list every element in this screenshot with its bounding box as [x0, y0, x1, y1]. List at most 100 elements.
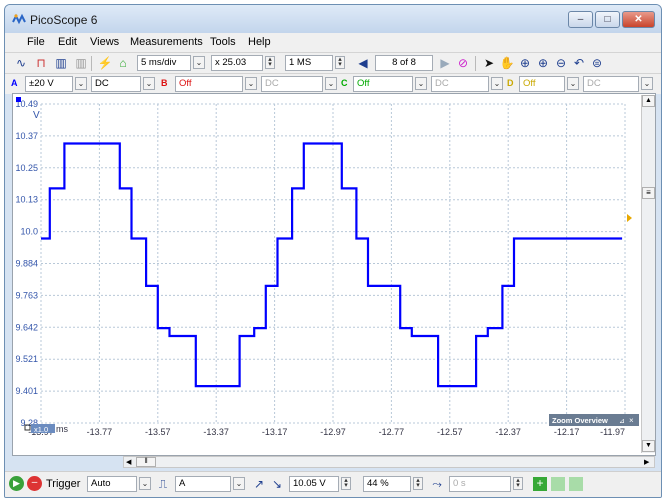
x-tick-label: -12.77	[379, 427, 405, 437]
channel-b-range-dropdown-icon[interactable]: ⌄	[245, 77, 257, 90]
scope-mode-icon[interactable]: ∿	[13, 55, 29, 71]
zoom-factor-spinner[interactable]: ▴ ▾	[265, 56, 275, 69]
trigger-source-dropdown-icon[interactable]: ⌄	[233, 477, 245, 490]
hscroll-thumb[interactable]: ⦀	[136, 457, 156, 467]
samples-input[interactable]: 1 MS	[285, 55, 333, 71]
channel-b-range-select[interactable]: Off	[175, 76, 243, 92]
trigger-marker-icon[interactable]	[627, 214, 632, 222]
menu-views[interactable]: Views	[90, 36, 119, 48]
channel-d-coupling-select[interactable]: DC	[583, 76, 639, 92]
x-tick-label: -12.57	[437, 427, 463, 437]
trigger-level-input[interactable]: 10.05 V	[289, 476, 339, 492]
channel-a-range-select[interactable]: ±20 V	[25, 76, 73, 92]
undo-zoom-icon[interactable]: ↶	[571, 55, 587, 71]
samples-spinner[interactable]: ▴ ▾	[335, 56, 345, 69]
trigger-delay-input[interactable]: 0 s	[449, 476, 511, 492]
zoom-overview-label: Zoom Overview	[552, 416, 608, 425]
x-tick-label: -13.37	[203, 427, 229, 437]
channel-d-range-dropdown-icon[interactable]: ⌄	[567, 77, 579, 90]
pre-trigger-spinner[interactable]: ▴ ▾	[413, 477, 423, 490]
y-axis-unit: V	[33, 110, 40, 121]
advanced-trigger-icon[interactable]: ⎍	[155, 476, 171, 492]
trigger-delay-spinner[interactable]: ▴ ▾	[513, 477, 523, 490]
scroll-down-icon[interactable]: ▼	[642, 440, 655, 452]
channel-toolbar: A ±20 V ⌄ DC ⌄ B Off ⌄ DC ⌄ C Off ⌄ DC ⌄…	[5, 73, 661, 94]
add-measurement-icon[interactable]: +	[533, 477, 547, 491]
zoom-in-icon[interactable]: ⊕	[535, 55, 551, 71]
home-icon[interactable]: ⌂	[115, 55, 131, 71]
channel-c-coupling-dropdown-icon[interactable]: ⌄	[491, 77, 503, 90]
timebase-dropdown-icon[interactable]: ⌄	[193, 56, 205, 69]
zoom-overview-pin-icon[interactable]: ⊿	[619, 418, 625, 425]
spectrum-mode-icon[interactable]: ▥	[53, 55, 69, 71]
buffer-navigator-icon[interactable]: ⊘	[455, 55, 471, 71]
y-tick-label: 10.37	[15, 131, 38, 141]
channel-a-coupling-dropdown-icon[interactable]: ⌄	[143, 77, 155, 90]
x-axis-labels: -13.97-13.77-13.57-13.37-13.17-12.97-12.…	[28, 427, 625, 437]
menu-measurements[interactable]: Measurements	[130, 36, 203, 48]
channel-a-coupling-select[interactable]: DC	[91, 76, 141, 92]
scope-view[interactable]: 10.49 10.37 10.25 10.13 10.0 9.884 9.763 9.642 9…	[12, 93, 656, 456]
zoom-region-icon[interactable]: ⊕	[517, 55, 533, 71]
channel-c-range-select[interactable]: Off	[353, 76, 413, 92]
y-tick-label: 9.521	[15, 354, 38, 364]
falling-edge-icon[interactable]: ↘	[269, 476, 285, 492]
channel-b-coupling-dropdown-icon[interactable]: ⌄	[325, 77, 337, 90]
scope-plot[interactable]: 10.4910.3710.2510.1310.09.8849.7639.6429…	[13, 94, 655, 455]
channel-a-label: A	[11, 78, 18, 88]
rising-edge-icon[interactable]: ↗	[251, 476, 267, 492]
minimize-button[interactable]: –	[568, 11, 593, 28]
buffer-position-input[interactable]: 8 of 8	[375, 55, 433, 71]
timebase-select[interactable]: 5 ms/div	[137, 55, 191, 71]
channel-b-coupling-select[interactable]: DC	[261, 76, 323, 92]
persistence-mode-icon[interactable]: ⊓	[33, 55, 49, 71]
x-tick-label: -11.97	[600, 427, 625, 437]
trigger-level-spinner[interactable]: ▴ ▾	[341, 477, 351, 490]
scroll-up-icon[interactable]: ▲	[642, 95, 655, 107]
stop-capture-icon[interactable]: –	[27, 476, 42, 491]
zoom-out-icon[interactable]: ⊖	[553, 55, 569, 71]
maximize-button[interactable]: □	[595, 11, 620, 28]
close-button[interactable]: ✕	[622, 11, 655, 28]
buffer-first-icon[interactable]: ◀	[355, 55, 371, 71]
pointer-tool-icon[interactable]: ➤	[481, 55, 497, 71]
scroll-left-icon[interactable]: ◀	[126, 458, 136, 467]
channel-c-coupling-select[interactable]: DC	[431, 76, 489, 92]
channel-a-range-dropdown-icon[interactable]: ⌄	[75, 77, 87, 90]
channel-d-coupling-dropdown-icon[interactable]: ⌄	[641, 77, 653, 90]
scope-grid	[40, 103, 626, 424]
menu-help[interactable]: Help	[248, 36, 271, 48]
trigger-toolbar: ▶ – Trigger Auto ⌄ ⎍ A ⌄ ↗ ↘ 10.05 V ▴ ▾ …	[5, 471, 661, 497]
scroll-right-icon[interactable]: ▶	[644, 458, 654, 467]
x-tick-label: -13.57	[145, 427, 171, 437]
trigger-delay-icon[interactable]: ⤳	[429, 476, 445, 492]
probe-wand-icon[interactable]: ⚡	[97, 55, 113, 71]
x-tick-label: -12.97	[320, 427, 346, 437]
menu-tools[interactable]: Tools	[210, 36, 236, 48]
channel-d-range-select[interactable]: Off	[519, 76, 565, 92]
channel-b-label: B	[161, 78, 168, 88]
start-capture-icon[interactable]: ▶	[9, 476, 24, 491]
vertical-scrollbar[interactable]: ▲ ≡ ▼	[641, 95, 655, 453]
zoom-overview-panel[interactable]: Zoom Overview ⊿ ×	[549, 414, 639, 426]
y-tick-label: 9.642	[15, 322, 38, 332]
buffer-next-icon[interactable]: ▶	[437, 55, 453, 71]
hand-tool-icon[interactable]: ✋	[499, 55, 515, 71]
zoom-overview-close-icon[interactable]: ×	[629, 416, 634, 425]
channel-a-ruler-marker[interactable]	[16, 97, 21, 102]
trigger-source-select[interactable]: A	[175, 476, 231, 492]
scroll-thumb-grip-icon[interactable]: ≡	[642, 187, 655, 199]
menu-edit[interactable]: Edit	[58, 36, 77, 48]
horizontal-scrollbar[interactable]: ◀ ⦀ ▶	[123, 456, 655, 468]
zoom-factor-input[interactable]: x 25.03	[211, 55, 263, 71]
pre-trigger-input[interactable]: 44 %	[363, 476, 411, 492]
x-scale-badge[interactable]: x1.0	[34, 425, 48, 434]
trigger-mode-dropdown-icon[interactable]: ⌄	[139, 477, 151, 490]
menu-bar: File Edit Views Measurements Tools Help	[5, 33, 661, 52]
toolbar-separator	[91, 56, 92, 71]
channel-c-range-dropdown-icon[interactable]: ⌄	[415, 77, 427, 90]
trigger-mode-select[interactable]: Auto	[87, 476, 137, 492]
menu-file[interactable]: File	[27, 36, 45, 48]
zoom-to-fit-icon[interactable]: ⊜	[589, 55, 605, 71]
picoscope-window: PicoScope 6 – □ ✕ File Edit Views Measur…	[4, 4, 662, 498]
